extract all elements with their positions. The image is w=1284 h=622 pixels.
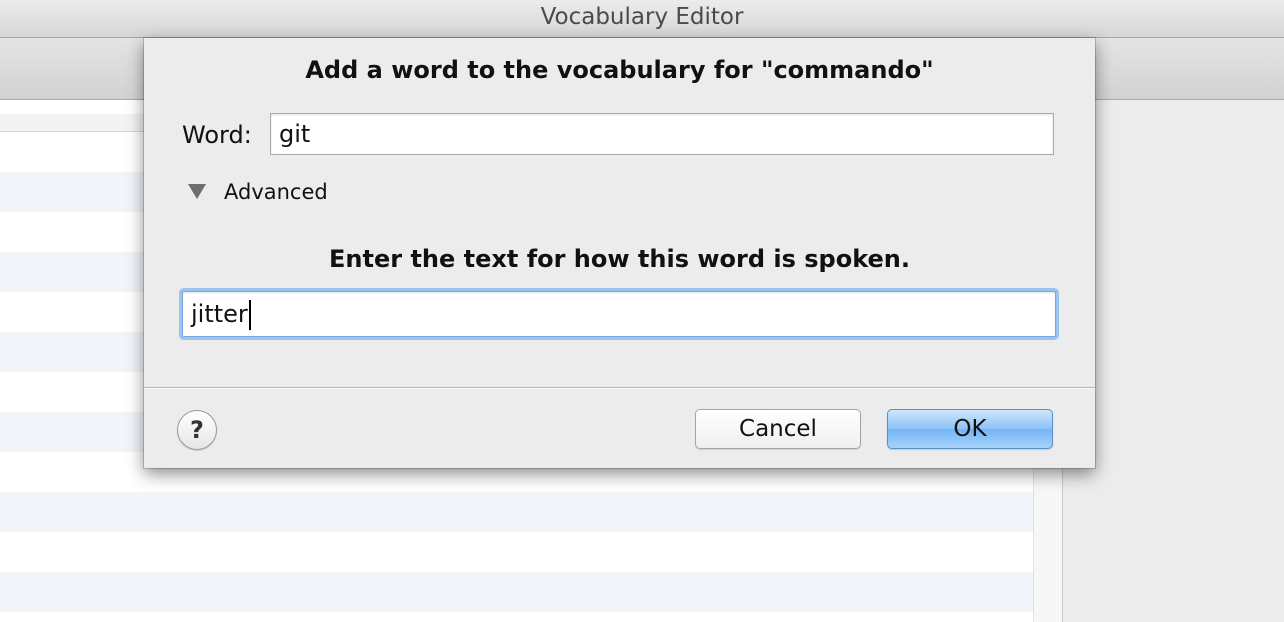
window-title: Vocabulary Editor [0, 0, 1284, 38]
cancel-button[interactable]: Cancel [695, 409, 861, 449]
word-label: Word: [182, 121, 252, 149]
spoken-text-value: jitter [191, 300, 248, 328]
list-item[interactable] [0, 532, 1033, 572]
ok-button[interactable]: OK [887, 409, 1053, 449]
list-item[interactable] [0, 572, 1033, 612]
dialog-title: Add a word to the vocabulary for "comman… [305, 56, 934, 84]
divider-highlight [144, 388, 1095, 389]
add-word-sheet: Add a word to the vocabulary for "comman… [144, 38, 1095, 468]
list-item[interactable] [0, 492, 1033, 532]
text-caret [248, 300, 251, 330]
spoken-text-input[interactable]: jitter [182, 291, 1056, 337]
advanced-toggle[interactable]: Advanced [224, 180, 328, 204]
word-input[interactable]: git [270, 113, 1054, 155]
spoken-instruction: Enter the text for how this word is spok… [329, 245, 910, 273]
help-button[interactable]: ? [177, 410, 217, 450]
disclosure-triangle-icon[interactable] [188, 184, 206, 199]
side-panel [1063, 100, 1284, 622]
